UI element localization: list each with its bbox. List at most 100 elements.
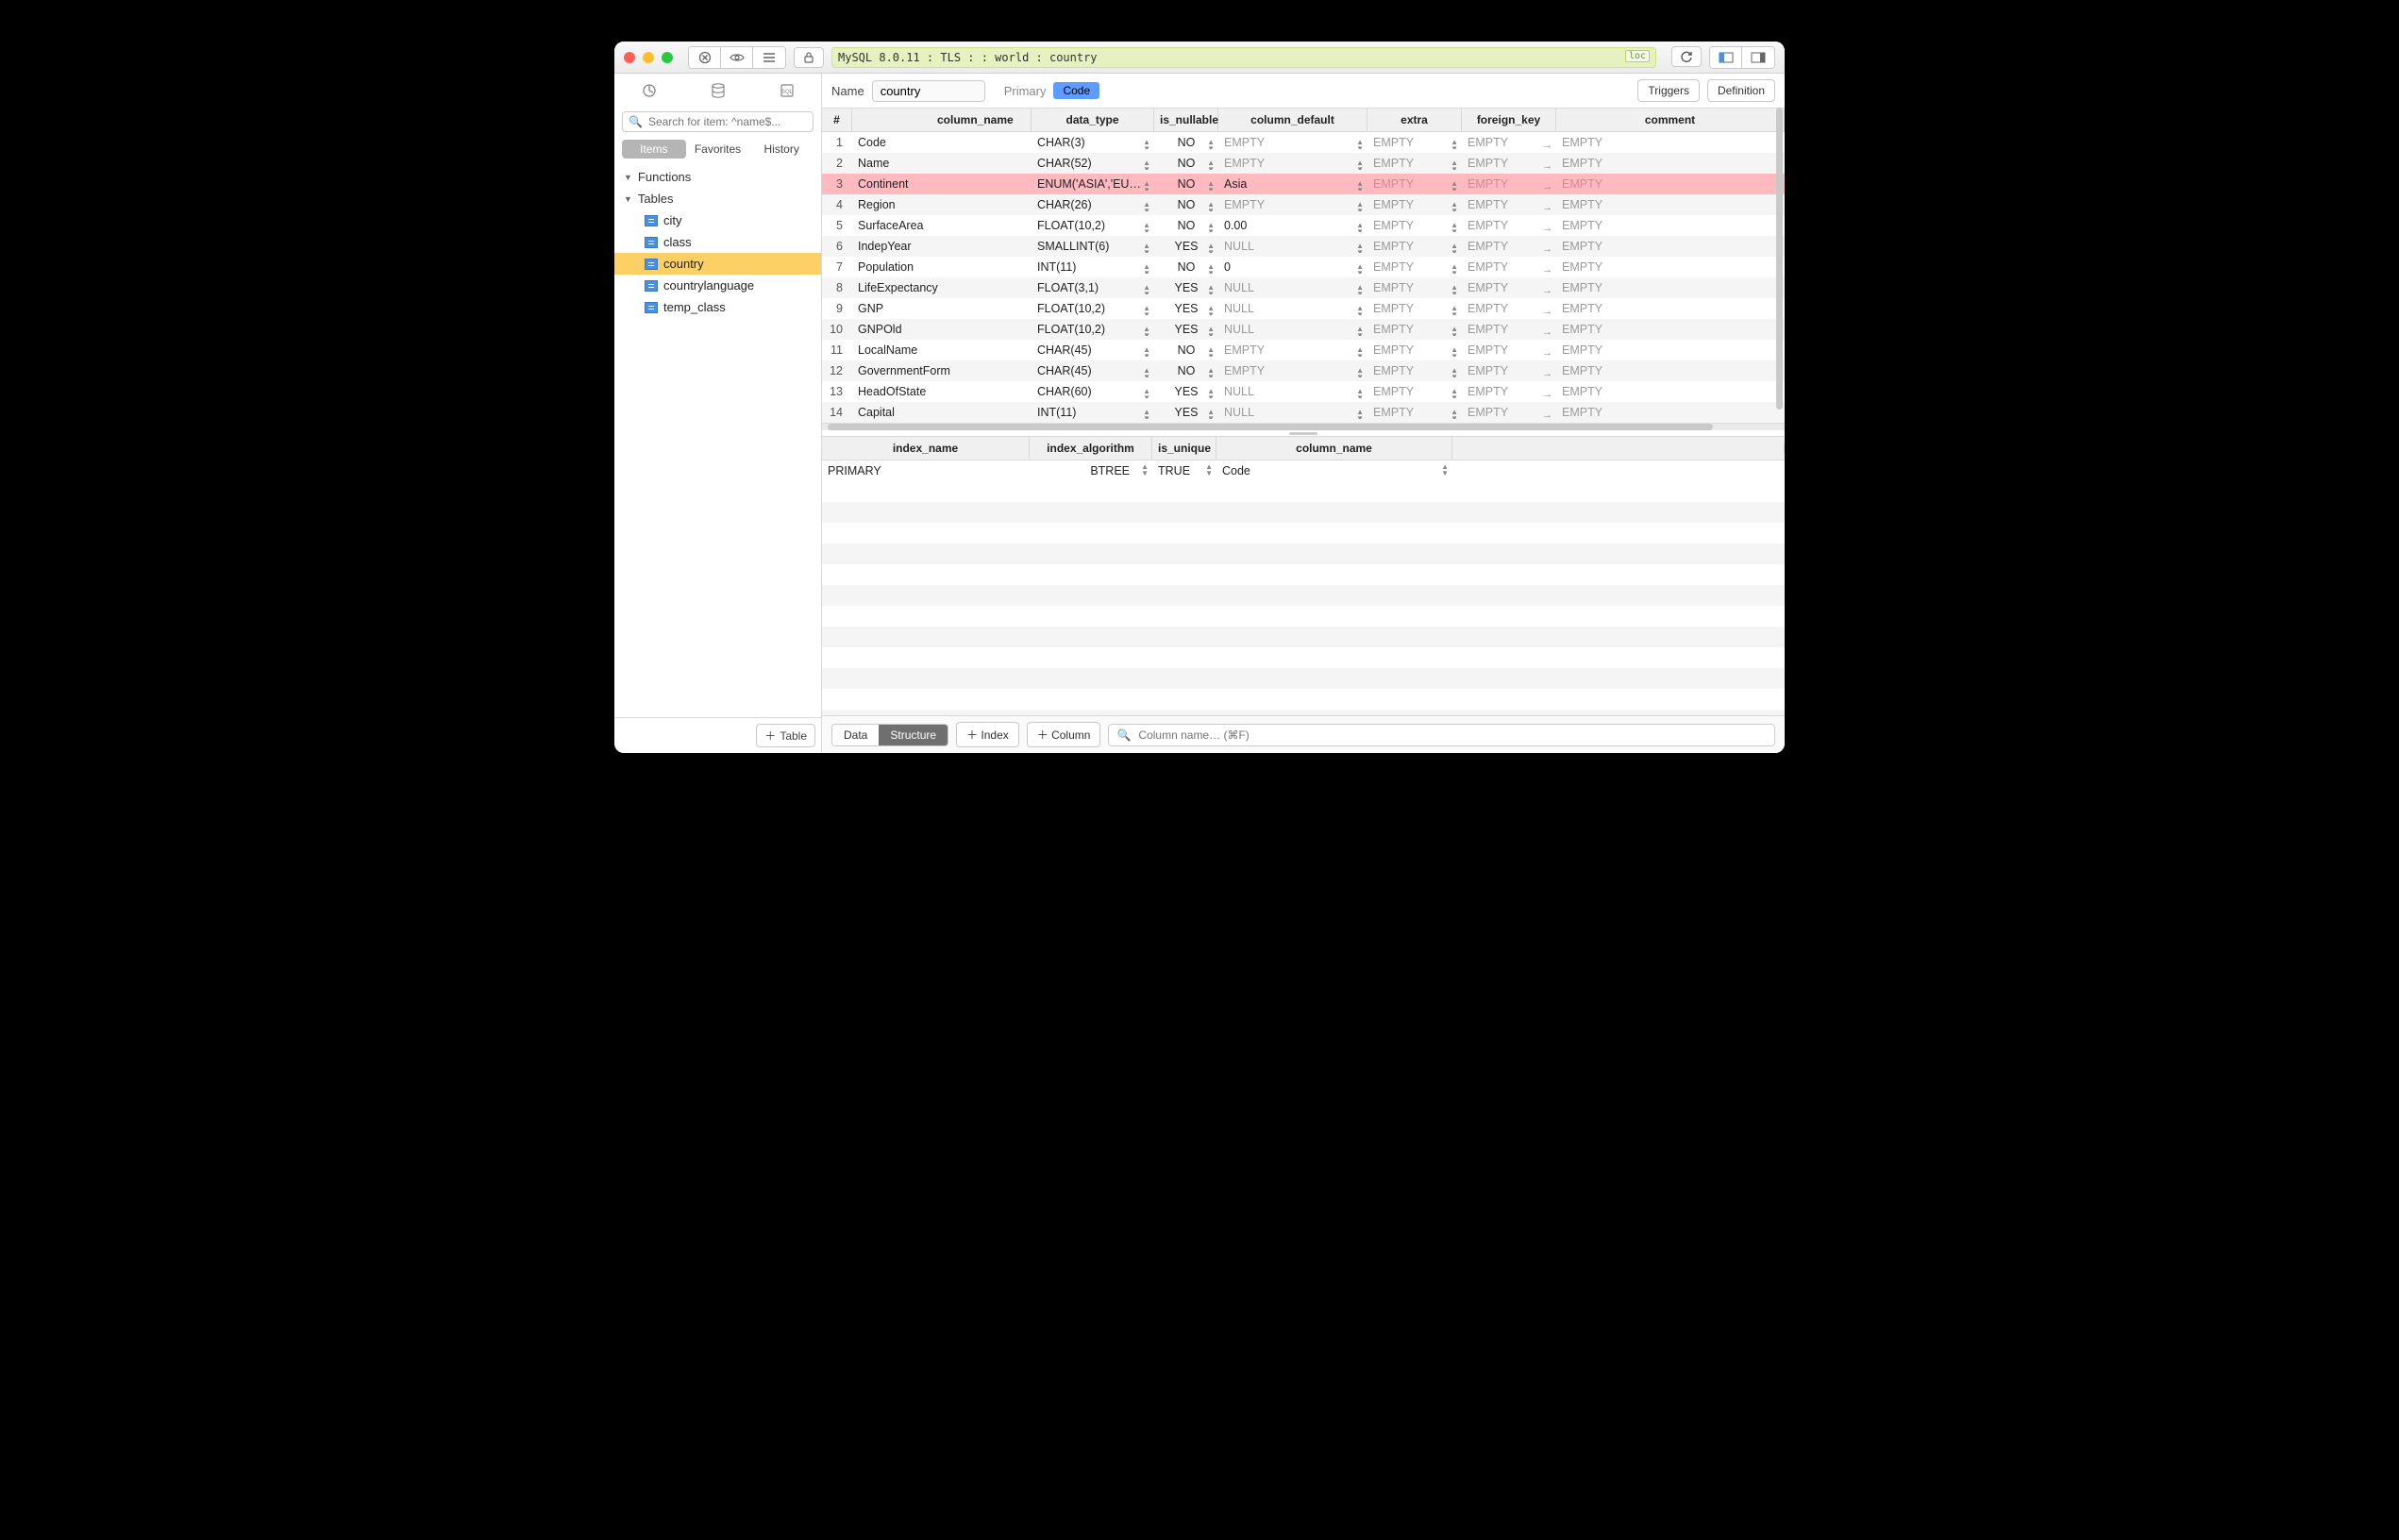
column-row[interactable]: 12GovernmentFormCHAR(45)▲▼NO▲▼EMPTY▲▼EMP… — [822, 360, 1785, 381]
sidebar-table-country[interactable]: country — [614, 253, 821, 275]
arrow-right-icon[interactable]: → — [1542, 243, 1552, 253]
col-fk[interactable]: EMPTY→ — [1462, 198, 1556, 211]
stepper-icon[interactable]: ▲▼ — [1207, 180, 1215, 191]
col-type[interactable]: FLOAT(10,2)▲▼ — [1032, 302, 1154, 315]
arrow-right-icon[interactable]: → — [1542, 264, 1552, 274]
segment-favorites[interactable]: Favorites — [686, 140, 750, 159]
header-fk[interactable]: foreign_key — [1462, 109, 1556, 131]
add-column-button[interactable]: ＋ Column — [1027, 722, 1101, 747]
col-fk[interactable]: EMPTY→ — [1462, 281, 1556, 294]
zoom-window-button[interactable] — [662, 52, 673, 63]
arrow-right-icon[interactable]: → — [1542, 285, 1552, 294]
cancel-button[interactable] — [689, 47, 721, 68]
table-name-input[interactable] — [872, 80, 985, 102]
header-default[interactable]: column_default — [1218, 109, 1367, 131]
stepper-icon[interactable]: ▲▼ — [1451, 180, 1458, 191]
stepper-icon[interactable]: ▲▼ — [1207, 388, 1215, 398]
stepper-icon[interactable]: ▲▼ — [1356, 326, 1364, 336]
segment-structure[interactable]: Structure — [879, 725, 948, 745]
col-type[interactable]: FLOAT(3,1)▲▼ — [1032, 281, 1154, 294]
stepper-icon[interactable]: ▲▼ — [1207, 243, 1215, 253]
stepper-icon[interactable]: ▲▼ — [1143, 201, 1150, 211]
col-default[interactable]: NULL▲▼ — [1218, 302, 1367, 315]
col-comment[interactable]: EMPTY — [1556, 385, 1785, 398]
section-tables[interactable]: Tables — [614, 188, 821, 209]
col-type[interactable]: CHAR(60)▲▼ — [1032, 385, 1154, 398]
col-extra[interactable]: EMPTY▲▼ — [1367, 177, 1462, 191]
col-default[interactable]: EMPTY▲▼ — [1218, 157, 1367, 170]
stepper-icon[interactable]: ▲▼ — [1207, 305, 1215, 315]
col-type[interactable]: CHAR(3)▲▼ — [1032, 136, 1154, 149]
idx-name[interactable]: PRIMARY — [822, 460, 1030, 481]
col-default[interactable]: NULL▲▼ — [1218, 385, 1367, 398]
stepper-icon[interactable]: ▲▼ — [1143, 243, 1150, 253]
stepper-icon[interactable]: ▲▼ — [1207, 159, 1215, 170]
stepper-icon[interactable]: ▲▼ — [1143, 367, 1150, 377]
col-extra[interactable]: EMPTY▲▼ — [1367, 323, 1462, 336]
sidebar-search-input[interactable] — [646, 114, 807, 129]
stepper-icon[interactable]: ▲▼ — [1143, 305, 1150, 315]
col-type[interactable]: FLOAT(10,2)▲▼ — [1032, 323, 1154, 336]
stepper-icon[interactable]: ▲▼ — [1451, 159, 1458, 170]
col-fk[interactable]: EMPTY→ — [1462, 136, 1556, 149]
col-name[interactable]: Name — [852, 157, 1032, 170]
col-nullable[interactable]: NO▲▼ — [1154, 198, 1218, 211]
col-nullable[interactable]: NO▲▼ — [1154, 157, 1218, 170]
sidebar-search[interactable]: 🔍 — [622, 111, 814, 132]
stepper-icon[interactable]: ▲▼ — [1356, 222, 1364, 232]
col-name[interactable]: Region — [852, 198, 1032, 211]
col-name[interactable]: IndepYear — [852, 240, 1032, 253]
col-default[interactable]: 0▲▼ — [1218, 260, 1367, 274]
col-fk[interactable]: EMPTY→ — [1462, 177, 1556, 191]
stepper-icon[interactable]: ▲▼ — [1451, 367, 1458, 377]
stepper-icon[interactable]: ▲▼ — [1451, 284, 1458, 294]
col-type[interactable]: INT(11)▲▼ — [1032, 406, 1154, 419]
arrow-right-icon[interactable]: → — [1542, 223, 1552, 232]
col-nullable[interactable]: NO▲▼ — [1154, 219, 1218, 232]
refresh-button[interactable] — [1671, 46, 1702, 67]
stepper-icon[interactable]: ▲▼ — [1207, 201, 1215, 211]
stepper-icon[interactable]: ▲▼ — [1451, 305, 1458, 315]
list-button[interactable] — [753, 47, 785, 68]
col-comment[interactable]: EMPTY — [1556, 281, 1785, 294]
column-row[interactable]: 9GNPFLOAT(10,2)▲▼YES▲▼NULL▲▼EMPTY▲▼EMPTY… — [822, 298, 1785, 319]
stepper-icon[interactable]: ▲▼ — [1143, 139, 1150, 149]
close-window-button[interactable] — [624, 52, 635, 63]
stepper-icon[interactable]: ▲▼ — [1356, 346, 1364, 357]
col-default[interactable]: NULL▲▼ — [1218, 281, 1367, 294]
stepper-icon[interactable]: ▲▼ — [1207, 139, 1215, 149]
add-index-button[interactable]: ＋ Index — [956, 722, 1019, 747]
col-extra[interactable]: EMPTY▲▼ — [1367, 157, 1462, 170]
col-nullable[interactable]: YES▲▼ — [1154, 323, 1218, 336]
col-nullable[interactable]: NO▲▼ — [1154, 177, 1218, 191]
col-comment[interactable]: EMPTY — [1556, 323, 1785, 336]
idx-header-alg[interactable]: index_algorithm — [1030, 437, 1152, 460]
header-num[interactable]: # — [822, 109, 852, 131]
stepper-icon[interactable]: ▲▼ — [1356, 388, 1364, 398]
stepper-icon[interactable]: ▲▼ — [1356, 305, 1364, 315]
col-extra[interactable]: EMPTY▲▼ — [1367, 302, 1462, 315]
col-nullable[interactable]: YES▲▼ — [1154, 281, 1218, 294]
col-name[interactable]: GNP — [852, 302, 1032, 315]
header-name[interactable]: column_name — [852, 109, 1032, 131]
col-comment[interactable]: EMPTY — [1556, 260, 1785, 274]
idx-header-col[interactable]: column_name — [1216, 437, 1452, 460]
col-fk[interactable]: EMPTY→ — [1462, 323, 1556, 336]
col-name[interactable]: GovernmentForm — [852, 364, 1032, 377]
idx-header-unique[interactable]: is_unique — [1152, 437, 1216, 460]
idx-header-name[interactable]: index_name — [822, 437, 1030, 460]
col-comment[interactable]: EMPTY — [1556, 136, 1785, 149]
connection-icon[interactable] — [638, 79, 661, 102]
column-row[interactable]: 2NameCHAR(52)▲▼NO▲▼EMPTY▲▼EMPTY▲▼EMPTY→E… — [822, 153, 1785, 174]
triggers-button[interactable]: Triggers — [1637, 79, 1700, 102]
header-extra[interactable]: extra — [1367, 109, 1462, 131]
sidebar-table-temp_class[interactable]: temp_class — [614, 296, 821, 318]
col-type[interactable]: FLOAT(10,2)▲▼ — [1032, 219, 1154, 232]
column-row[interactable]: 10GNPOldFLOAT(10,2)▲▼YES▲▼NULL▲▼EMPTY▲▼E… — [822, 319, 1785, 340]
stepper-icon[interactable]: ▲▼ — [1143, 263, 1150, 274]
stepper-icon[interactable]: ▲▼ — [1143, 388, 1150, 398]
col-name[interactable]: SurfaceArea — [852, 219, 1032, 232]
column-filter[interactable]: 🔍 — [1108, 724, 1775, 746]
stepper-icon[interactable]: ▲▼ — [1207, 326, 1215, 336]
col-comment[interactable]: EMPTY — [1556, 364, 1785, 377]
